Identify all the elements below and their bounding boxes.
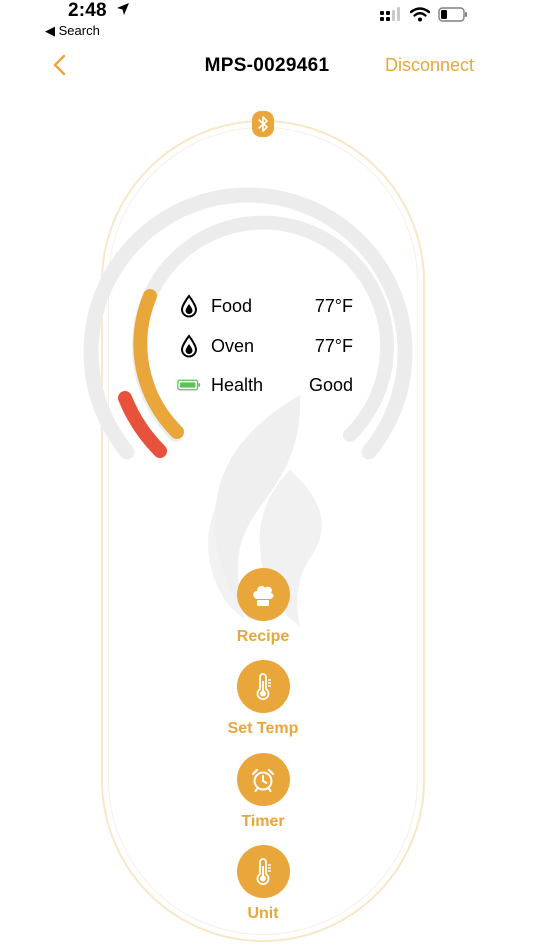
drop-icon <box>177 334 201 358</box>
chef-hat-icon <box>253 585 274 606</box>
set-temp-button-circle <box>236 660 290 713</box>
food-temp-arc <box>133 289 184 439</box>
reading-label: Health <box>211 374 264 395</box>
reading-value: 77°F <box>314 295 353 316</box>
battery-icon <box>177 373 201 397</box>
timer-button[interactable]: Timer <box>213 753 313 831</box>
reading-label: Food <box>211 295 253 316</box>
alarm-clock-icon <box>251 768 275 792</box>
set-temp-button[interactable]: Set Temp <box>213 660 313 738</box>
timer-button-circle <box>236 753 290 806</box>
drop-icon <box>177 294 201 318</box>
unit-label: Unit <box>247 905 279 922</box>
reading-value: Good <box>308 374 353 395</box>
gauge-track-inner <box>132 215 394 442</box>
thermometer-icon <box>256 672 271 700</box>
reading-label: Oven <box>211 335 255 356</box>
recipe-button[interactable]: Recipe <box>213 568 313 646</box>
bluetooth-status <box>252 111 274 137</box>
bluetooth-icon <box>258 116 268 132</box>
reading-oven: Oven 77°F <box>177 333 353 359</box>
thermometer-icon <box>256 857 271 885</box>
set-temp-label: Set Temp <box>227 720 299 737</box>
unit-button[interactable]: Unit <box>213 845 313 923</box>
reading-health: Health Good <box>177 372 353 398</box>
timer-label: Timer <box>241 813 285 830</box>
recipe-label: Recipe <box>236 628 290 645</box>
unit-button-circle <box>236 845 290 898</box>
reading-food: Food 77°F <box>177 293 353 319</box>
reading-value: 77°F <box>314 335 353 356</box>
recipe-button-circle <box>236 568 290 621</box>
